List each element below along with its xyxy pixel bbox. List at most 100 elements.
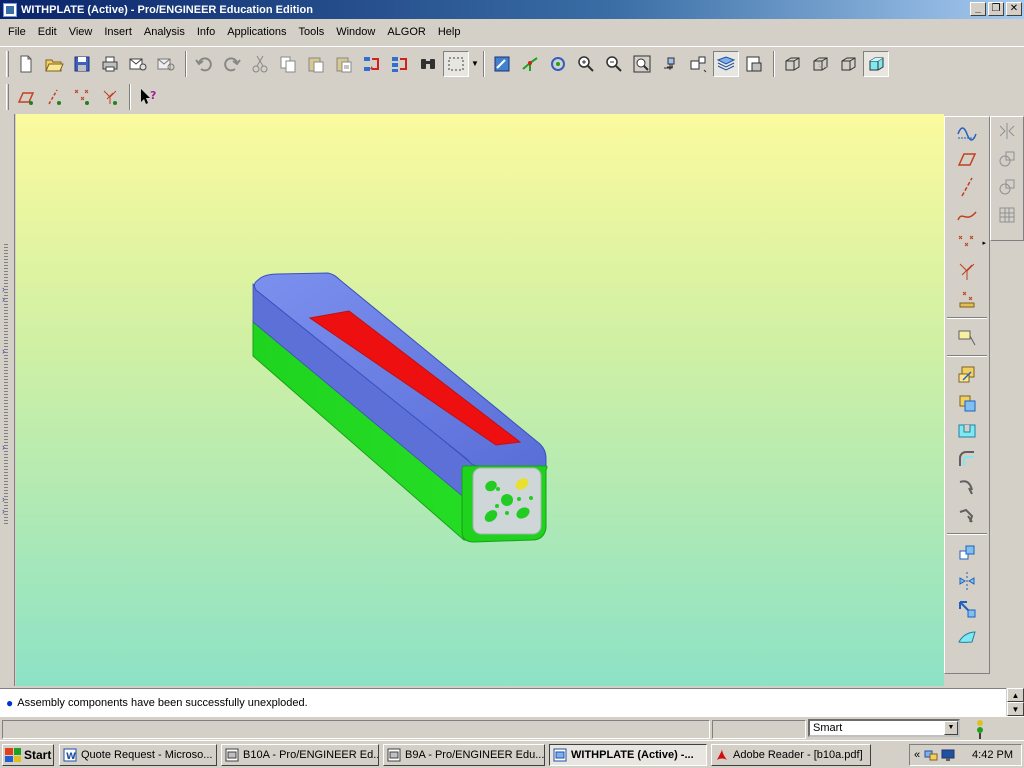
- restore-button[interactable]: ❐: [988, 2, 1004, 16]
- open-icon[interactable]: [41, 51, 67, 77]
- end-plate-hole[interactable]: [495, 504, 499, 508]
- network-icon[interactable]: [924, 748, 938, 762]
- point-display-icon[interactable]: [69, 84, 95, 110]
- datum-curve-icon[interactable]: [952, 201, 982, 229]
- taskbar-item-b9a[interactable]: B9A - Pro/ENGINEER Edu...: [383, 744, 545, 766]
- grid-icon[interactable]: [992, 201, 1022, 229]
- menu-info[interactable]: Info: [191, 23, 221, 41]
- graphics-viewport[interactable]: [16, 114, 944, 686]
- datum-axis-icon[interactable]: [952, 173, 982, 201]
- find-icon[interactable]: [415, 51, 441, 77]
- message-scrollbar[interactable]: ▲ ▼: [1007, 688, 1024, 716]
- menu-help[interactable]: Help: [432, 23, 467, 41]
- context-help-icon[interactable]: ?: [135, 84, 161, 110]
- saved-views-icon[interactable]: [685, 51, 711, 77]
- start-button[interactable]: Start: [2, 744, 54, 766]
- redo-icon[interactable]: [219, 51, 245, 77]
- scroll-down-icon[interactable]: ▼: [1007, 702, 1024, 716]
- round-icon[interactable]: [952, 445, 982, 473]
- surface-icon[interactable]: [952, 623, 982, 651]
- taskbar-item-quote-request[interactable]: W Quote Request - Microso...: [59, 744, 217, 766]
- copy-icon[interactable]: [275, 51, 301, 77]
- end-plate-hole[interactable]: [529, 496, 533, 500]
- clock[interactable]: 4:42 PM: [972, 749, 1013, 761]
- datum-plane-display-icon[interactable]: [13, 84, 39, 110]
- end-plate-hole[interactable]: [505, 511, 509, 515]
- monitor-tray-icon[interactable]: [941, 748, 955, 762]
- reorient-icon[interactable]: [657, 51, 683, 77]
- layers-icon[interactable]: [713, 50, 739, 77]
- datum-point-icon[interactable]: ▸: [952, 229, 986, 257]
- regen-manager-icon[interactable]: [387, 51, 413, 77]
- shell-icon[interactable]: [952, 501, 982, 529]
- menu-algor[interactable]: ALGOR: [381, 23, 432, 41]
- wireframe-icon[interactable]: [779, 51, 805, 77]
- offset-icon[interactable]: [992, 145, 1022, 173]
- hidden-line-icon[interactable]: [807, 51, 833, 77]
- email-icon[interactable]: [125, 51, 151, 77]
- zoom-in-icon[interactable]: [573, 51, 599, 77]
- csys-display-icon[interactable]: [97, 84, 123, 110]
- selection-filter-select[interactable]: Smart ▼: [808, 719, 960, 737]
- model-canvas[interactable]: [16, 114, 944, 686]
- flyout-arrow-icon[interactable]: ▸: [982, 239, 986, 247]
- mirror-surface-icon[interactable]: [992, 117, 1022, 145]
- toolbar-grip[interactable]: [6, 84, 9, 110]
- scroll-up-icon[interactable]: ▲: [1007, 688, 1024, 702]
- menu-view[interactable]: View: [63, 23, 99, 41]
- undo-icon[interactable]: [191, 51, 217, 77]
- spin-center-icon[interactable]: [517, 51, 543, 77]
- move-icon[interactable]: [952, 595, 982, 623]
- menu-insert[interactable]: Insert: [98, 23, 138, 41]
- assemble-icon[interactable]: [952, 361, 982, 389]
- print-icon[interactable]: [97, 51, 123, 77]
- regen-status-icon[interactable]: [973, 719, 987, 739]
- thicken-icon[interactable]: [992, 173, 1022, 201]
- analysis-feature-icon[interactable]: [952, 285, 982, 313]
- no-hidden-icon[interactable]: [835, 51, 861, 77]
- minimize-button[interactable]: _: [970, 2, 986, 16]
- regenerate-icon[interactable]: [359, 51, 385, 77]
- cut-icon[interactable]: [247, 51, 273, 77]
- paste-icon[interactable]: [303, 51, 329, 77]
- repaint-icon[interactable]: [489, 51, 515, 77]
- paste-special-icon[interactable]: [331, 51, 357, 77]
- sash-grip[interactable]: [4, 244, 8, 524]
- navigator-collapse-strip[interactable]: › › › › › ›: [0, 114, 15, 686]
- new-icon[interactable]: [13, 51, 39, 77]
- chevron-down-icon[interactable]: ▼: [944, 721, 958, 735]
- annotation-icon[interactable]: [952, 323, 982, 351]
- proe-app-icon[interactable]: [3, 2, 17, 17]
- datum-plane-icon[interactable]: [952, 145, 982, 173]
- datum-axis-display-icon[interactable]: [41, 84, 67, 110]
- end-plate-hole[interactable]: [517, 497, 521, 501]
- shading-icon[interactable]: [863, 50, 889, 77]
- datum-csys-icon[interactable]: [952, 257, 982, 285]
- pattern-icon[interactable]: [952, 539, 982, 567]
- orient-icon[interactable]: [545, 51, 571, 77]
- menu-window[interactable]: Window: [330, 23, 381, 41]
- sketch-curve-icon[interactable]: [952, 117, 982, 145]
- select-dropdown-icon[interactable]: ▼: [471, 51, 479, 77]
- end-plate-hole[interactable]: [496, 487, 500, 491]
- menu-file[interactable]: File: [2, 23, 32, 41]
- close-button[interactable]: ✕: [1006, 2, 1022, 16]
- mirror-icon[interactable]: [952, 567, 982, 595]
- menu-tools[interactable]: Tools: [293, 23, 331, 41]
- toolbar-grip[interactable]: [6, 50, 9, 77]
- menu-applications[interactable]: Applications: [221, 23, 292, 41]
- view-manager-icon[interactable]: [741, 51, 767, 77]
- email-link-icon[interactable]: [153, 51, 179, 77]
- draft-icon[interactable]: [952, 473, 982, 501]
- taskbar-item-b10a[interactable]: B10A - Pro/ENGINEER Ed...: [221, 744, 379, 766]
- taskbar-item-adobe-reader[interactable]: Adobe Reader - [b10a.pdf]: [711, 744, 871, 766]
- save-icon[interactable]: [69, 51, 95, 77]
- refit-icon[interactable]: [629, 51, 655, 77]
- tray-expand-icon[interactable]: «: [914, 749, 920, 761]
- zoom-out-icon[interactable]: [601, 51, 627, 77]
- menu-edit[interactable]: Edit: [32, 23, 63, 41]
- cut-out-icon[interactable]: [952, 417, 982, 445]
- taskbar-item-withplate[interactable]: WITHPLATE (Active) -...: [549, 744, 707, 766]
- end-plate-hole[interactable]: [501, 494, 513, 506]
- menu-analysis[interactable]: Analysis: [138, 23, 191, 41]
